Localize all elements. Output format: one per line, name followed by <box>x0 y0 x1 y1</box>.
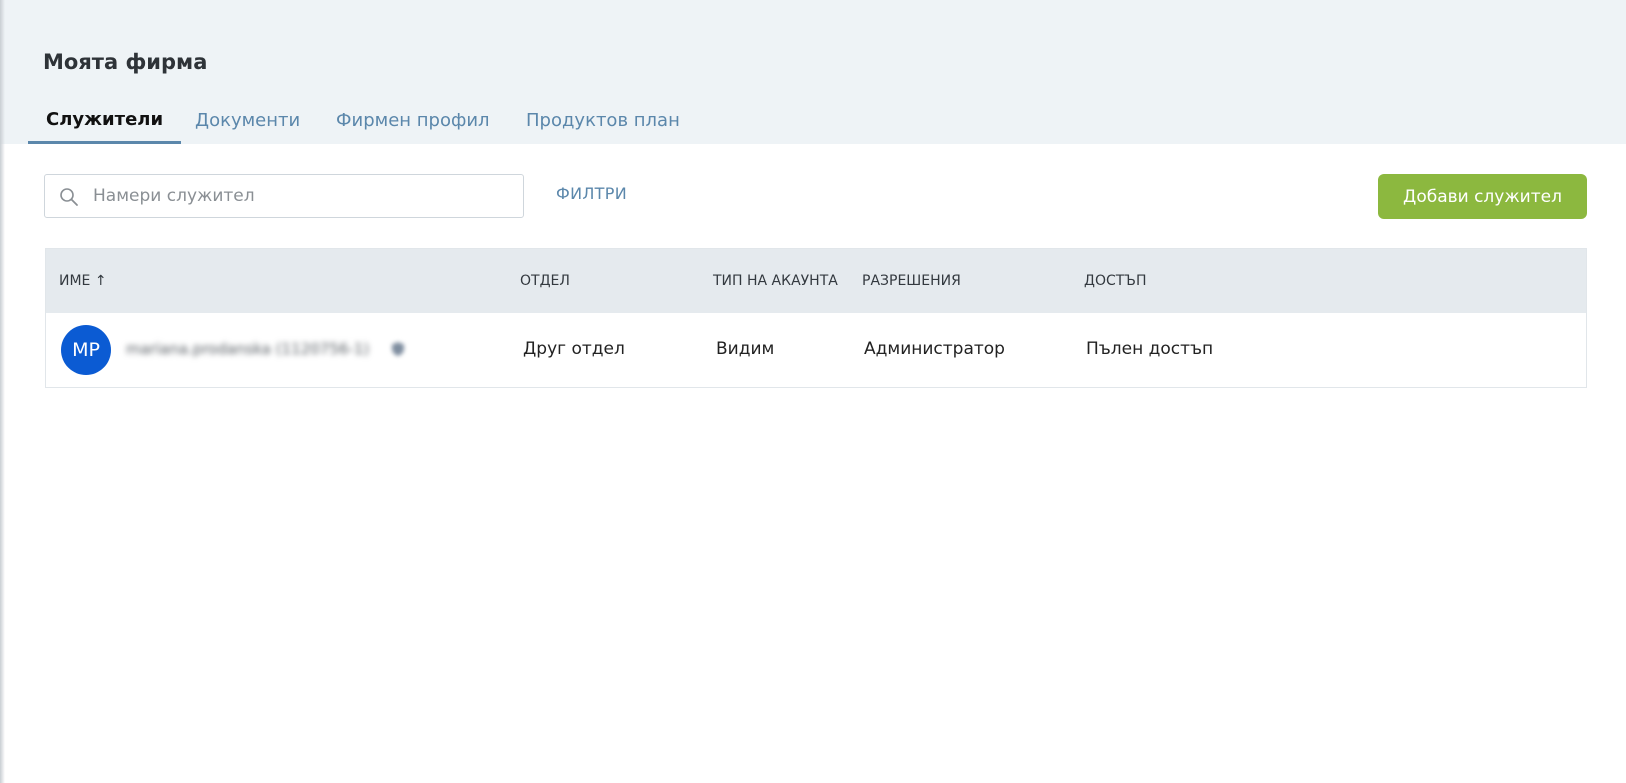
search-icon <box>60 188 78 206</box>
column-header-name[interactable]: ИМЕ ↑ <box>59 273 107 289</box>
employee-name[interactable]: mariana.prodanska (1120756-1) <box>126 340 369 358</box>
cell-department: Друг отдел <box>523 339 625 359</box>
search-box <box>44 174 524 218</box>
page-title: Моята фирма <box>43 50 208 74</box>
sort-arrow-up-icon: ↑ <box>94 273 107 289</box>
column-header-permissions[interactable]: РАЗРЕШЕНИЯ <box>862 273 961 289</box>
filters-button[interactable]: ФИЛТРИ <box>556 184 627 203</box>
tab-company-profile[interactable]: Фирмен профил <box>336 98 490 144</box>
column-header-account-type[interactable]: ТИП НА АКАУНТА <box>713 273 838 289</box>
column-header-name-label: ИМЕ <box>59 273 91 289</box>
column-header-access[interactable]: ДОСТЪП <box>1084 273 1146 289</box>
page-header: Моята фирма Служители Документи Фирмен п… <box>0 0 1626 144</box>
avatar: MP <box>61 325 111 375</box>
shield-icon <box>392 342 404 356</box>
add-employee-button[interactable]: Добави служител <box>1378 174 1587 219</box>
employees-table: ИМЕ ↑ ОТДЕЛ ТИП НА АКАУНТА РАЗРЕШЕНИЯ ДО… <box>45 248 1587 388</box>
tab-documents[interactable]: Документи <box>195 98 300 144</box>
cell-account-type: Видим <box>716 339 775 359</box>
cell-permissions: Администратор <box>864 339 1005 359</box>
tab-employees[interactable]: Служители <box>28 98 182 144</box>
cell-access: Пълен достъп <box>1086 339 1214 359</box>
tab-product-plan[interactable]: Продуктов план <box>526 98 680 144</box>
column-header-department[interactable]: ОТДЕЛ <box>520 273 570 289</box>
table-header: ИМЕ ↑ ОТДЕЛ ТИП НА АКАУНТА РАЗРЕШЕНИЯ ДО… <box>46 249 1586 313</box>
search-input[interactable] <box>93 175 513 217</box>
page: Моята фирма Служители Документи Фирмен п… <box>0 0 1626 783</box>
left-edge-shadow <box>0 0 5 783</box>
table-row[interactable]: MP mariana.prodanska (1120756-1) Друг от… <box>46 313 1586 387</box>
